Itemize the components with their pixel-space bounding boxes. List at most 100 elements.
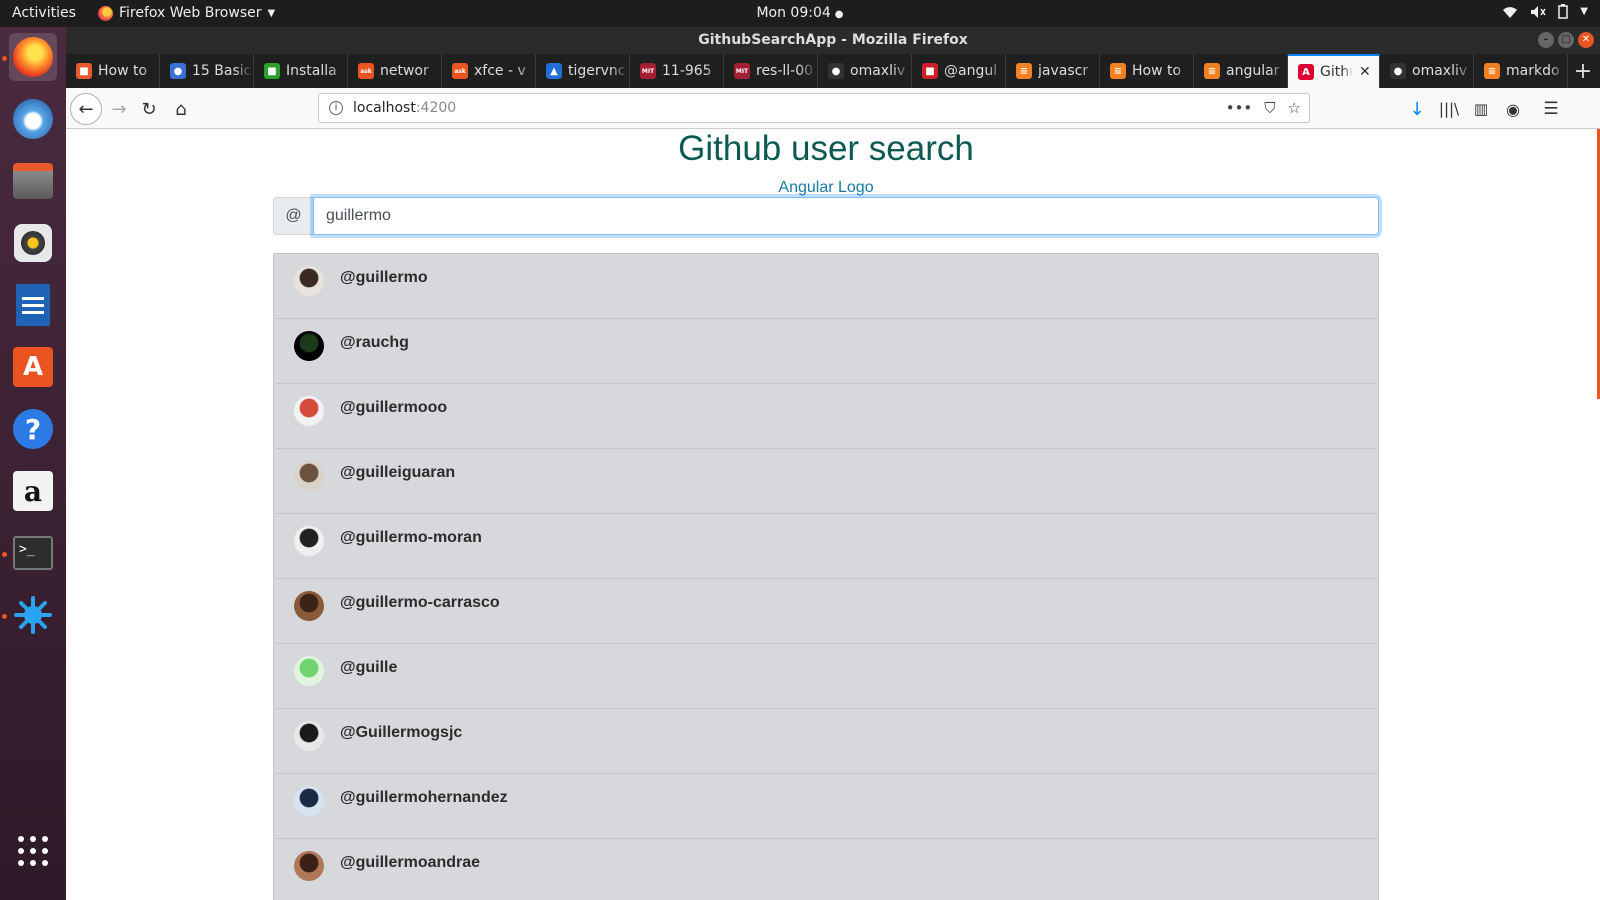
browser-tab[interactable]: ≡ angular xyxy=(1194,54,1288,88)
launcher-splash[interactable] xyxy=(9,591,57,639)
firefox-icon xyxy=(13,37,53,77)
app-menu[interactable]: Firefox Web Browser ▼ xyxy=(98,5,275,21)
tab-favicon-icon: ask xyxy=(452,63,468,79)
tab-favicon-icon: ≡ xyxy=(1204,63,1220,79)
tab-label: javascr xyxy=(1038,63,1089,79)
pocket-icon[interactable]: ⛉ xyxy=(1264,94,1275,122)
user-search-input[interactable] xyxy=(313,197,1379,235)
browser-tab[interactable]: ■ @angul xyxy=(912,54,1006,88)
page-title: Github user search xyxy=(678,129,974,168)
tab-label: res-ll-00 xyxy=(756,63,814,79)
forward-button[interactable]: → xyxy=(104,94,134,124)
avatar xyxy=(294,721,324,751)
angular-logo-alt[interactable]: Angular Logo xyxy=(66,179,1586,197)
maximize-icon[interactable]: □ xyxy=(1558,32,1574,48)
browser-tab[interactable]: MIT 11-965 xyxy=(630,54,724,88)
activities-button[interactable]: Activities xyxy=(12,5,76,21)
app-grid-icon xyxy=(18,836,48,866)
browser-tab[interactable]: ask networ xyxy=(348,54,442,88)
launcher-files[interactable] xyxy=(9,157,57,205)
launcher-firefox[interactable] xyxy=(9,33,57,81)
settings-splash-icon xyxy=(14,596,52,634)
avatar xyxy=(294,851,324,881)
user-result-row[interactable]: @guilleiguaran xyxy=(273,448,1379,514)
user-result-row[interactable]: @guillermo-carrasco xyxy=(273,578,1379,644)
avatar xyxy=(294,266,324,296)
at-prefix: @ xyxy=(273,197,313,235)
tab-favicon-icon: ● xyxy=(170,63,186,79)
browser-tab[interactable]: ▲ tigervnc xyxy=(536,54,630,88)
avatar xyxy=(294,461,324,491)
browser-tab[interactable]: ask xfce - v xyxy=(442,54,536,88)
volume-icon[interactable] xyxy=(1530,5,1546,19)
user-result-row[interactable]: @rauchg xyxy=(273,318,1379,384)
new-tab-button[interactable]: + xyxy=(1568,54,1598,88)
battery-icon[interactable] xyxy=(1558,4,1569,19)
tab-label: Githu xyxy=(1320,64,1353,80)
thunderbird-icon xyxy=(13,99,53,139)
launcher-rhythmbox[interactable] xyxy=(9,219,57,267)
browser-tab[interactable]: ≡ javascr xyxy=(1006,54,1100,88)
launcher-software[interactable]: A xyxy=(9,343,57,391)
arrow-right-icon: → xyxy=(111,98,127,120)
url-bar[interactable]: i localhost:4200 ••• ⛉ ☆ xyxy=(318,93,1310,123)
launcher-terminal[interactable]: >_ xyxy=(9,529,57,577)
browser-tab[interactable]: ■ Installa xyxy=(254,54,348,88)
site-info-icon[interactable]: i xyxy=(329,101,343,115)
account-button[interactable]: ◉ xyxy=(1498,94,1528,124)
library-button[interactable]: |||\ xyxy=(1434,94,1464,124)
show-applications-button[interactable] xyxy=(9,827,57,875)
system-menu-caret-icon[interactable]: ▼ xyxy=(1580,6,1588,17)
user-result-row[interactable]: @guillermohernandez xyxy=(273,773,1379,839)
downloads-button[interactable]: ↓ xyxy=(1402,94,1432,124)
browser-tab[interactable]: ● omaxliv xyxy=(818,54,912,88)
menu-button[interactable]: ☰ xyxy=(1536,94,1566,124)
tab-favicon-icon: ask xyxy=(358,63,374,79)
back-button[interactable]: ← xyxy=(70,93,102,125)
launcher-writer[interactable] xyxy=(9,281,57,329)
tab-favicon-icon: ≡ xyxy=(1016,63,1032,79)
browser-tab[interactable]: ≡ How to xyxy=(1100,54,1194,88)
browser-tab[interactable]: ● 15 Basic xyxy=(160,54,254,88)
clock[interactable]: Mon 09:04 xyxy=(756,5,830,21)
wifi-icon[interactable] xyxy=(1502,5,1518,19)
browser-tab[interactable]: MIT res-ll-00 xyxy=(724,54,818,88)
browser-tab[interactable]: ● omaxliv xyxy=(1380,54,1474,88)
sidebar-button[interactable]: ▥ xyxy=(1466,94,1496,124)
scrollbar[interactable] xyxy=(1594,129,1600,900)
rhythmbox-icon xyxy=(14,224,52,262)
home-icon: ⌂ xyxy=(175,98,187,120)
files-icon xyxy=(13,163,53,199)
account-icon: ◉ xyxy=(1506,99,1520,119)
username-label: @guillermo xyxy=(340,269,428,286)
reload-icon: ↻ xyxy=(141,98,157,120)
username-label: @guillermohernandez xyxy=(340,789,508,806)
bookmark-star-icon[interactable]: ☆ xyxy=(1288,94,1301,122)
browser-tab[interactable]: A Githu ✕ xyxy=(1288,54,1380,88)
user-result-row[interactable]: @guillermooo xyxy=(273,383,1379,449)
launcher-thunderbird[interactable] xyxy=(9,95,57,143)
tab-label: omaxliv xyxy=(1412,63,1468,79)
user-result-row[interactable]: @guillermo xyxy=(273,253,1379,319)
user-result-row[interactable]: @guillermoandrae xyxy=(273,838,1379,900)
user-result-row[interactable]: @guillermo-moran xyxy=(273,513,1379,579)
minimize-icon[interactable]: – xyxy=(1538,32,1554,48)
running-indicator xyxy=(2,56,7,61)
tab-strip: ■ How to ● 15 Basic ■ Installa ask networ ask xfc… xyxy=(66,54,1600,88)
window-title-bar: GithubSearchApp - Mozilla Firefox – □ ✕ xyxy=(66,27,1600,54)
user-result-row[interactable]: @guille xyxy=(273,643,1379,709)
window-title: GithubSearchApp - Mozilla Firefox xyxy=(698,32,968,48)
home-button[interactable]: ⌂ xyxy=(166,94,196,124)
close-window-icon[interactable]: ✕ xyxy=(1578,32,1594,48)
browser-tab[interactable]: ■ How to xyxy=(66,54,160,88)
tab-label: networ xyxy=(380,63,429,79)
tab-favicon-icon: MIT xyxy=(734,63,750,79)
launcher-amazon[interactable]: a xyxy=(9,467,57,515)
page-actions-icon[interactable]: ••• xyxy=(1226,94,1253,122)
user-result-row[interactable]: @Guillermogsjc xyxy=(273,708,1379,774)
reload-button[interactable]: ↻ xyxy=(134,94,164,124)
terminal-icon: >_ xyxy=(13,536,53,570)
launcher-help[interactable]: ? xyxy=(9,405,57,453)
browser-tab[interactable]: ≡ markdo xyxy=(1474,54,1568,88)
close-tab-icon[interactable]: ✕ xyxy=(1359,64,1373,80)
